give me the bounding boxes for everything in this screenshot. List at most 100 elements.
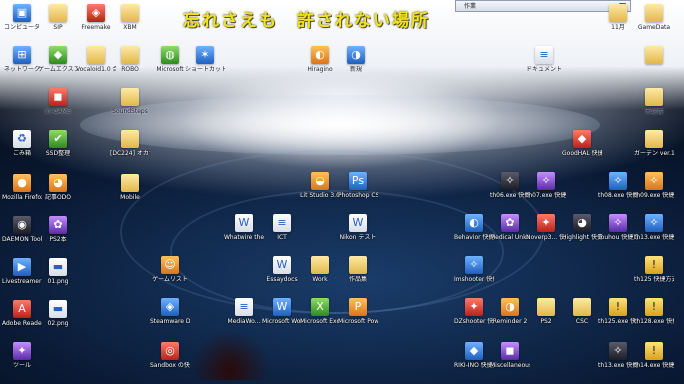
desktop-icon-label: th07.exe 快捷方式	[526, 192, 566, 199]
desktop-icon-livestreamer[interactable]: ▶ Livestreamer 快捷方式	[2, 258, 42, 285]
app-icon: ✦	[465, 298, 483, 316]
desktop-icon-november[interactable]: 11月	[598, 4, 638, 31]
desktop-icon-ict[interactable]: ≡ ICT	[262, 214, 302, 241]
desktop-icon-lit-studio[interactable]: ◒ Lit Studio 3.0	[300, 172, 340, 199]
desktop-icon-hiragino[interactable]: ◐ Hiragino	[300, 46, 340, 73]
desktop-icon-dc224[interactable]: [DC224] オカサバット	[110, 130, 150, 157]
app-icon: ◑	[501, 298, 519, 316]
desktop-icon-document[interactable]: ≡ ドキュメント	[524, 46, 564, 73]
desktop-icon-game-list[interactable]: ☺ ゲームリスト	[150, 256, 190, 283]
desktop-icon-png-1[interactable]: ▬ 01.png	[38, 258, 78, 285]
desktop-icon-kiroku[interactable]: ◕ 記事ODO	[38, 174, 78, 201]
desktop-icon-shortcut[interactable]: ✶ ショートカット	[185, 46, 225, 73]
desktop-icon-noverp3[interactable]: ✦ Noverp3... 快捷方式	[526, 214, 566, 241]
desktop-icon-riki-ino[interactable]: ◆ RIKI-INO 快捷方式	[454, 342, 494, 369]
desktop-icon-label: th13.exe 快捷方式	[598, 362, 638, 369]
desktop-icon-reminder[interactable]: ◑ Reminder 2	[490, 298, 530, 325]
desktop-icon-sip[interactable]: SIP	[38, 4, 78, 31]
computer-icon: ▣	[13, 4, 31, 22]
desktop-icon-csc[interactable]: CSC	[562, 298, 602, 325]
desktop-icon-robo[interactable]: ROBO	[110, 46, 150, 73]
app-icon: ◼	[501, 342, 519, 360]
desktop-icon-folder-right-2[interactable]: 未定義	[634, 88, 674, 115]
desktop-icon-th09[interactable]: ✧ th09.exe 快捷方式	[634, 172, 674, 199]
window-tab-label: 作業	[464, 3, 477, 10]
desktop-icon-ps2[interactable]: ✿ PS2本	[38, 216, 78, 243]
desktop-icon-goodhal[interactable]: ◆ GoodHAL 快捷方式	[562, 130, 602, 157]
desktop-icon-th13-exe[interactable]: ✧ th13.exe 快捷方式	[598, 342, 638, 369]
desktop-icon-powerpoint[interactable]: P Microsoft PowerPoint	[338, 298, 378, 325]
desktop-icon-ps2-folder[interactable]: PS2	[526, 298, 566, 325]
desktop-icon-label: ドキュメント	[525, 66, 562, 73]
desktop-icon-essaydocs[interactable]: W Essaydocs	[262, 256, 302, 283]
desktop-icon-png-2[interactable]: ▬ 02.png	[38, 300, 78, 327]
desktop-icon-touhou[interactable]: ✧ Touhou 快捷方式	[598, 214, 638, 241]
desktop-icon-th128[interactable]: ! th128.exe 快捷方式	[634, 298, 674, 325]
desktop-icon-label: CSC	[575, 318, 589, 325]
desktop-icon-word[interactable]: W Microsoft Word 2010	[262, 298, 302, 325]
desktop-icon-label: SIP	[53, 24, 63, 31]
desktop-icon-label: Miscellaneous 快捷方式	[490, 362, 530, 369]
desktop-icon-photoshop[interactable]: Ps Photoshop CS5	[338, 172, 378, 199]
desktop-icon-excel[interactable]: X Microsoft Excel 2010	[300, 298, 340, 325]
desktop-icon-daemon-tools[interactable]: ◉ DAEMON Tools Lite	[2, 216, 42, 243]
desktop-icon-folder-2[interactable]: Mobile	[110, 174, 150, 201]
desktop-icon-label: ROBO	[121, 66, 139, 73]
desktop-icon-th13[interactable]: ✧ th13.exe 快捷方式	[634, 214, 674, 241]
desktop-icon-game-explorer[interactable]: ◆ ゲームエクスプローラー	[38, 46, 78, 73]
desktop-icon-label: GoodHAL 快捷方式	[562, 150, 602, 157]
wallpaper-horizon	[80, 95, 600, 155]
desktop-icon-steamware[interactable]: ◈ Steamware Download	[150, 298, 190, 325]
desktop-icon-network[interactable]: ⊞ ネットワーク	[2, 46, 42, 73]
desktop-icon-xbm[interactable]: XBM	[110, 4, 150, 31]
desktop-icon-behavior[interactable]: ◐ Behavior 快捷方式	[454, 214, 494, 241]
desktop-icon-adobe-reader[interactable]: A Adobe Reader X	[2, 300, 42, 327]
daemon-tools-icon: ◉	[13, 216, 31, 234]
app-icon: ◐	[465, 214, 483, 232]
desktop-icon-th125[interactable]: ! th125 快捷方式	[634, 256, 674, 283]
desktop-icon-gamedata[interactable]: GameData	[634, 4, 674, 31]
desktop-icon-label: Nikon テスト	[339, 234, 377, 241]
desktop-icon-highlight[interactable]: ◕ Highlight 快捷方式	[562, 214, 602, 241]
desktop-icon-medical[interactable]: ✿ Medical Unknown	[490, 214, 530, 241]
image-file-icon: ▬	[49, 300, 67, 318]
desktop-icon-microsoft[interactable]: ◍ Microsoft	[150, 46, 190, 73]
desktop-icon-th125-exe[interactable]: ! th125.exe 快捷方式	[598, 298, 638, 325]
game-icon: ✧	[537, 172, 555, 190]
document-icon: ≡	[535, 46, 553, 64]
desktop-icon-new[interactable]: ◑ 新規	[336, 46, 376, 73]
desktop-icon-garden[interactable]: ガーデン ver.1.11	[634, 130, 674, 157]
desktop-icon-label: MediaWo...	[227, 318, 261, 325]
desktop-icon-nikon[interactable]: W Nikon テスト	[338, 214, 378, 241]
desktop-icon-soundsteps[interactable]: SoundSteps	[110, 88, 150, 115]
desktop-icon-tools[interactable]: ✦ ツール	[2, 342, 42, 369]
desktop-icon-th08[interactable]: ✧ th08.exe 快捷方式	[598, 172, 638, 199]
desktop-icon-folder-right[interactable]	[634, 46, 674, 66]
desktop-icon-computer[interactable]: ▣ コンピュータ	[2, 4, 42, 31]
desktop-icon-in-game[interactable]: ◼ In-GAME	[38, 88, 78, 115]
folder-icon	[349, 256, 367, 274]
folder-icon	[645, 4, 663, 22]
desktop-icon-imshooter[interactable]: ✧ Imshooter 快捷方式	[454, 256, 494, 283]
desktop-icon-sandbox[interactable]: ◎ Sandbox の快捷方式	[150, 342, 190, 369]
desktop-icon-recycle-bin[interactable]: ♻ ごみ箱	[2, 130, 42, 157]
desktop-icon-ssd[interactable]: ✔ SSD整理	[38, 130, 78, 157]
game-icon: ✧	[645, 172, 663, 190]
desktop-icon-dzshooter[interactable]: ✦ DZshooter 快捷方式	[454, 298, 494, 325]
wallpaper-swirl-inner	[170, 190, 504, 314]
folder-icon	[645, 130, 663, 148]
desktop-icon-works[interactable]: 作品集	[338, 256, 378, 283]
desktop-icon-mediawo[interactable]: ≡ MediaWo...	[224, 298, 264, 325]
desktop-icon-whatwire[interactable]: W Whatwire the conse...	[224, 214, 264, 241]
desktop-icon-th07[interactable]: ✧ th07.exe 快捷方式	[526, 172, 566, 199]
desktop-icon-firefox[interactable]: ● Mozilla Firefox	[2, 174, 42, 201]
wallpaper-figure	[190, 330, 270, 380]
desktop-icon-th06[interactable]: ✧ th06.exe 快捷方式	[490, 172, 530, 199]
desktop-icon-label: Sandbox の快捷方式	[150, 362, 190, 369]
desktop-icon-work[interactable]: Work	[300, 256, 340, 283]
desktop-icon-label: SSD整理	[45, 150, 71, 157]
desktop-icon-label: In-GAME	[45, 108, 71, 115]
desktop-icon-th14[interactable]: ! th14.exe 快捷方式	[634, 342, 674, 369]
desktop-icon-miscellaneous[interactable]: ◼ Miscellaneous 快捷方式	[490, 342, 530, 369]
network-icon: ⊞	[13, 46, 31, 64]
